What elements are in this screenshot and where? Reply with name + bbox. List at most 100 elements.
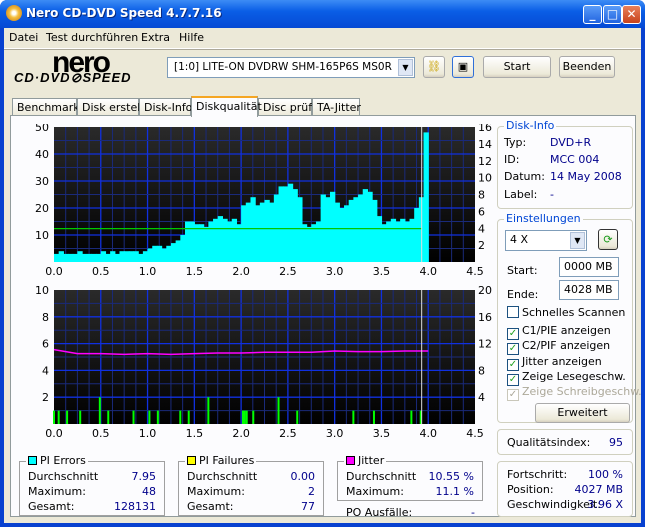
y-tick-label: 10 (35, 284, 49, 297)
jitter-title-text: Jitter (358, 454, 385, 467)
y-tick-label: 20 (35, 202, 49, 215)
pie-bar (255, 205, 261, 262)
menu-datei[interactable]: Datei (9, 31, 38, 44)
tab-disk-erstellen[interactable]: Disk erstellen (77, 98, 157, 116)
speed-select[interactable]: 4 X ▼ (505, 230, 587, 251)
y-tick-label: 10 (35, 229, 49, 242)
chevron-down-icon[interactable]: ▼ (570, 232, 585, 249)
quality-value: 95 (609, 436, 623, 449)
advanced-button[interactable]: Erweitert (535, 403, 630, 423)
position-value: 4027 MB (574, 483, 623, 496)
position-label: Position: (507, 483, 554, 496)
jitter-checkbox[interactable]: ✓ Jitter anzeigen (507, 355, 602, 371)
c1-pie-checkbox[interactable]: ✓ C1/PIE anzeigen (507, 324, 611, 340)
pie-bar (105, 253, 111, 262)
pi-errors-group: PI Errors Durchschnitt 7.95 Maximum: 48 … (19, 454, 165, 516)
x-tick-label: 2.0 (232, 265, 250, 278)
x-tick-label: 4.5 (466, 265, 484, 278)
pie-bar (245, 202, 252, 262)
y-tick-label: 8 (42, 311, 49, 324)
jitter-swatch (346, 456, 355, 465)
pi-failures-group: PI Failures Durchschnitt 0.00 Maximum: 2… (178, 454, 324, 516)
y2-tick-label: 16 (478, 311, 492, 324)
c2-pif-label: C2/PIF anzeigen (522, 339, 611, 352)
y2-tick-label: 12 (478, 338, 492, 351)
x-tick-label: 0.0 (45, 427, 63, 440)
pie-bar (124, 251, 130, 262)
end-input[interactable]: 4028 MB (559, 280, 619, 300)
pif-avg-value: 0.00 (290, 470, 316, 483)
pi-errors-title-text: PI Errors (40, 454, 86, 467)
maximize-button[interactable]: □ (603, 5, 622, 24)
read-speed-checkbox[interactable]: ✓ Zeige Lesegeschw. (507, 370, 626, 386)
pie-bar (166, 245, 172, 262)
pie-bar (147, 248, 153, 262)
x-tick-label: 1.5 (186, 265, 204, 278)
pie-bar (68, 253, 74, 262)
pie-bar (156, 245, 163, 262)
pie-bar (110, 251, 116, 262)
menu-extra[interactable]: Extra (141, 31, 170, 44)
pie-bar (301, 224, 308, 262)
tab-benchmark[interactable]: Benchmark (12, 98, 80, 116)
pie-bar (170, 243, 177, 262)
x-tick-label: 2.5 (279, 427, 297, 440)
drive-select[interactable]: [1:0] LITE-ON DVDRW SHM-165P6S MS0R ▼ (167, 57, 415, 78)
read-speed-label: Zeige Lesegeschw. (522, 370, 626, 383)
minimize-button[interactable]: _ (583, 5, 602, 24)
pif-bar (207, 397, 210, 424)
tab-disk-info[interactable]: Disk-Info (139, 98, 192, 116)
pif-max-label: Maximum: (187, 485, 245, 498)
fast-scan-label: Schnelles Scannen (522, 306, 626, 319)
y2-tick-label: 4 (478, 391, 485, 404)
quit-button[interactable]: Beenden (559, 56, 615, 78)
po-failures-label: PO Ausfälle: (346, 506, 413, 519)
pie-bar (96, 253, 102, 262)
start-button[interactable]: Start (483, 56, 551, 78)
write-speed-label: Zeige Schreibgeschw. (522, 385, 642, 398)
checkbox-icon (507, 306, 519, 318)
pie-bar (128, 251, 135, 262)
drive-info-button[interactable]: ⛓ (423, 56, 445, 78)
x-tick-label: 4.5 (466, 427, 484, 440)
disk-date-label: Datum: (504, 170, 545, 183)
pie-bar (194, 224, 200, 262)
pie-bar (208, 221, 214, 262)
pie-total-label: Gesamt: (28, 500, 75, 513)
x-tick-label: 3.0 (326, 427, 344, 440)
save-button[interactable]: ▣ (452, 56, 474, 78)
menu-test[interactable]: Test durchführen (46, 31, 138, 44)
checkmark-icon: ✓ (507, 389, 519, 401)
y-tick-label: 30 (35, 175, 49, 188)
chain-icon: ⛓ (427, 60, 441, 73)
y2-tick-label: 16 (478, 124, 492, 134)
start-input[interactable]: 0000 MB (559, 257, 619, 277)
pie-avg-label: Durchschnitt (28, 470, 99, 483)
pie-bar (82, 253, 88, 262)
x-tick-label: 0.5 (92, 265, 110, 278)
pie-bar (213, 218, 219, 262)
menu-hilfe[interactable]: Hilfe (179, 31, 204, 44)
pie-bar (311, 224, 317, 262)
jitter-group: Jitter Durchschnitt 10.55 % Maximum: 11.… (337, 454, 483, 501)
y2-tick-label: 20 (478, 284, 492, 297)
pie-bar (283, 186, 289, 262)
pif-bar (179, 410, 182, 424)
pif-bar (57, 410, 60, 424)
pie-bar (138, 253, 144, 262)
refresh-button[interactable]: ⟳ (598, 229, 618, 250)
pie-bar (54, 253, 60, 262)
disk-id-value: MCC 004 (550, 153, 600, 166)
y2-tick-label: 8 (478, 364, 485, 377)
c2-pif-checkbox[interactable]: ✓ C2/PIF anzeigen (507, 339, 610, 355)
disk-info-group: Disk-Info Typ: DVD+R ID: MCC 004 Datum: … (497, 119, 633, 209)
chevron-down-icon[interactable]: ▼ (398, 59, 413, 76)
fast-scan-checkbox[interactable]: Schnelles Scannen (507, 306, 625, 319)
tab-disc-pruefen[interactable]: Disc prüfen (258, 98, 326, 116)
tab-diskqualitaet[interactable]: Diskqualität (191, 96, 262, 117)
y-tick-label: 50 (35, 124, 49, 134)
quality-group: Qualitätsindex: 95 (497, 429, 633, 455)
pie-bar (329, 191, 336, 262)
close-button[interactable]: ✕ (622, 5, 641, 24)
tab-ta-jitter[interactable]: TA-Jitter (312, 98, 361, 116)
